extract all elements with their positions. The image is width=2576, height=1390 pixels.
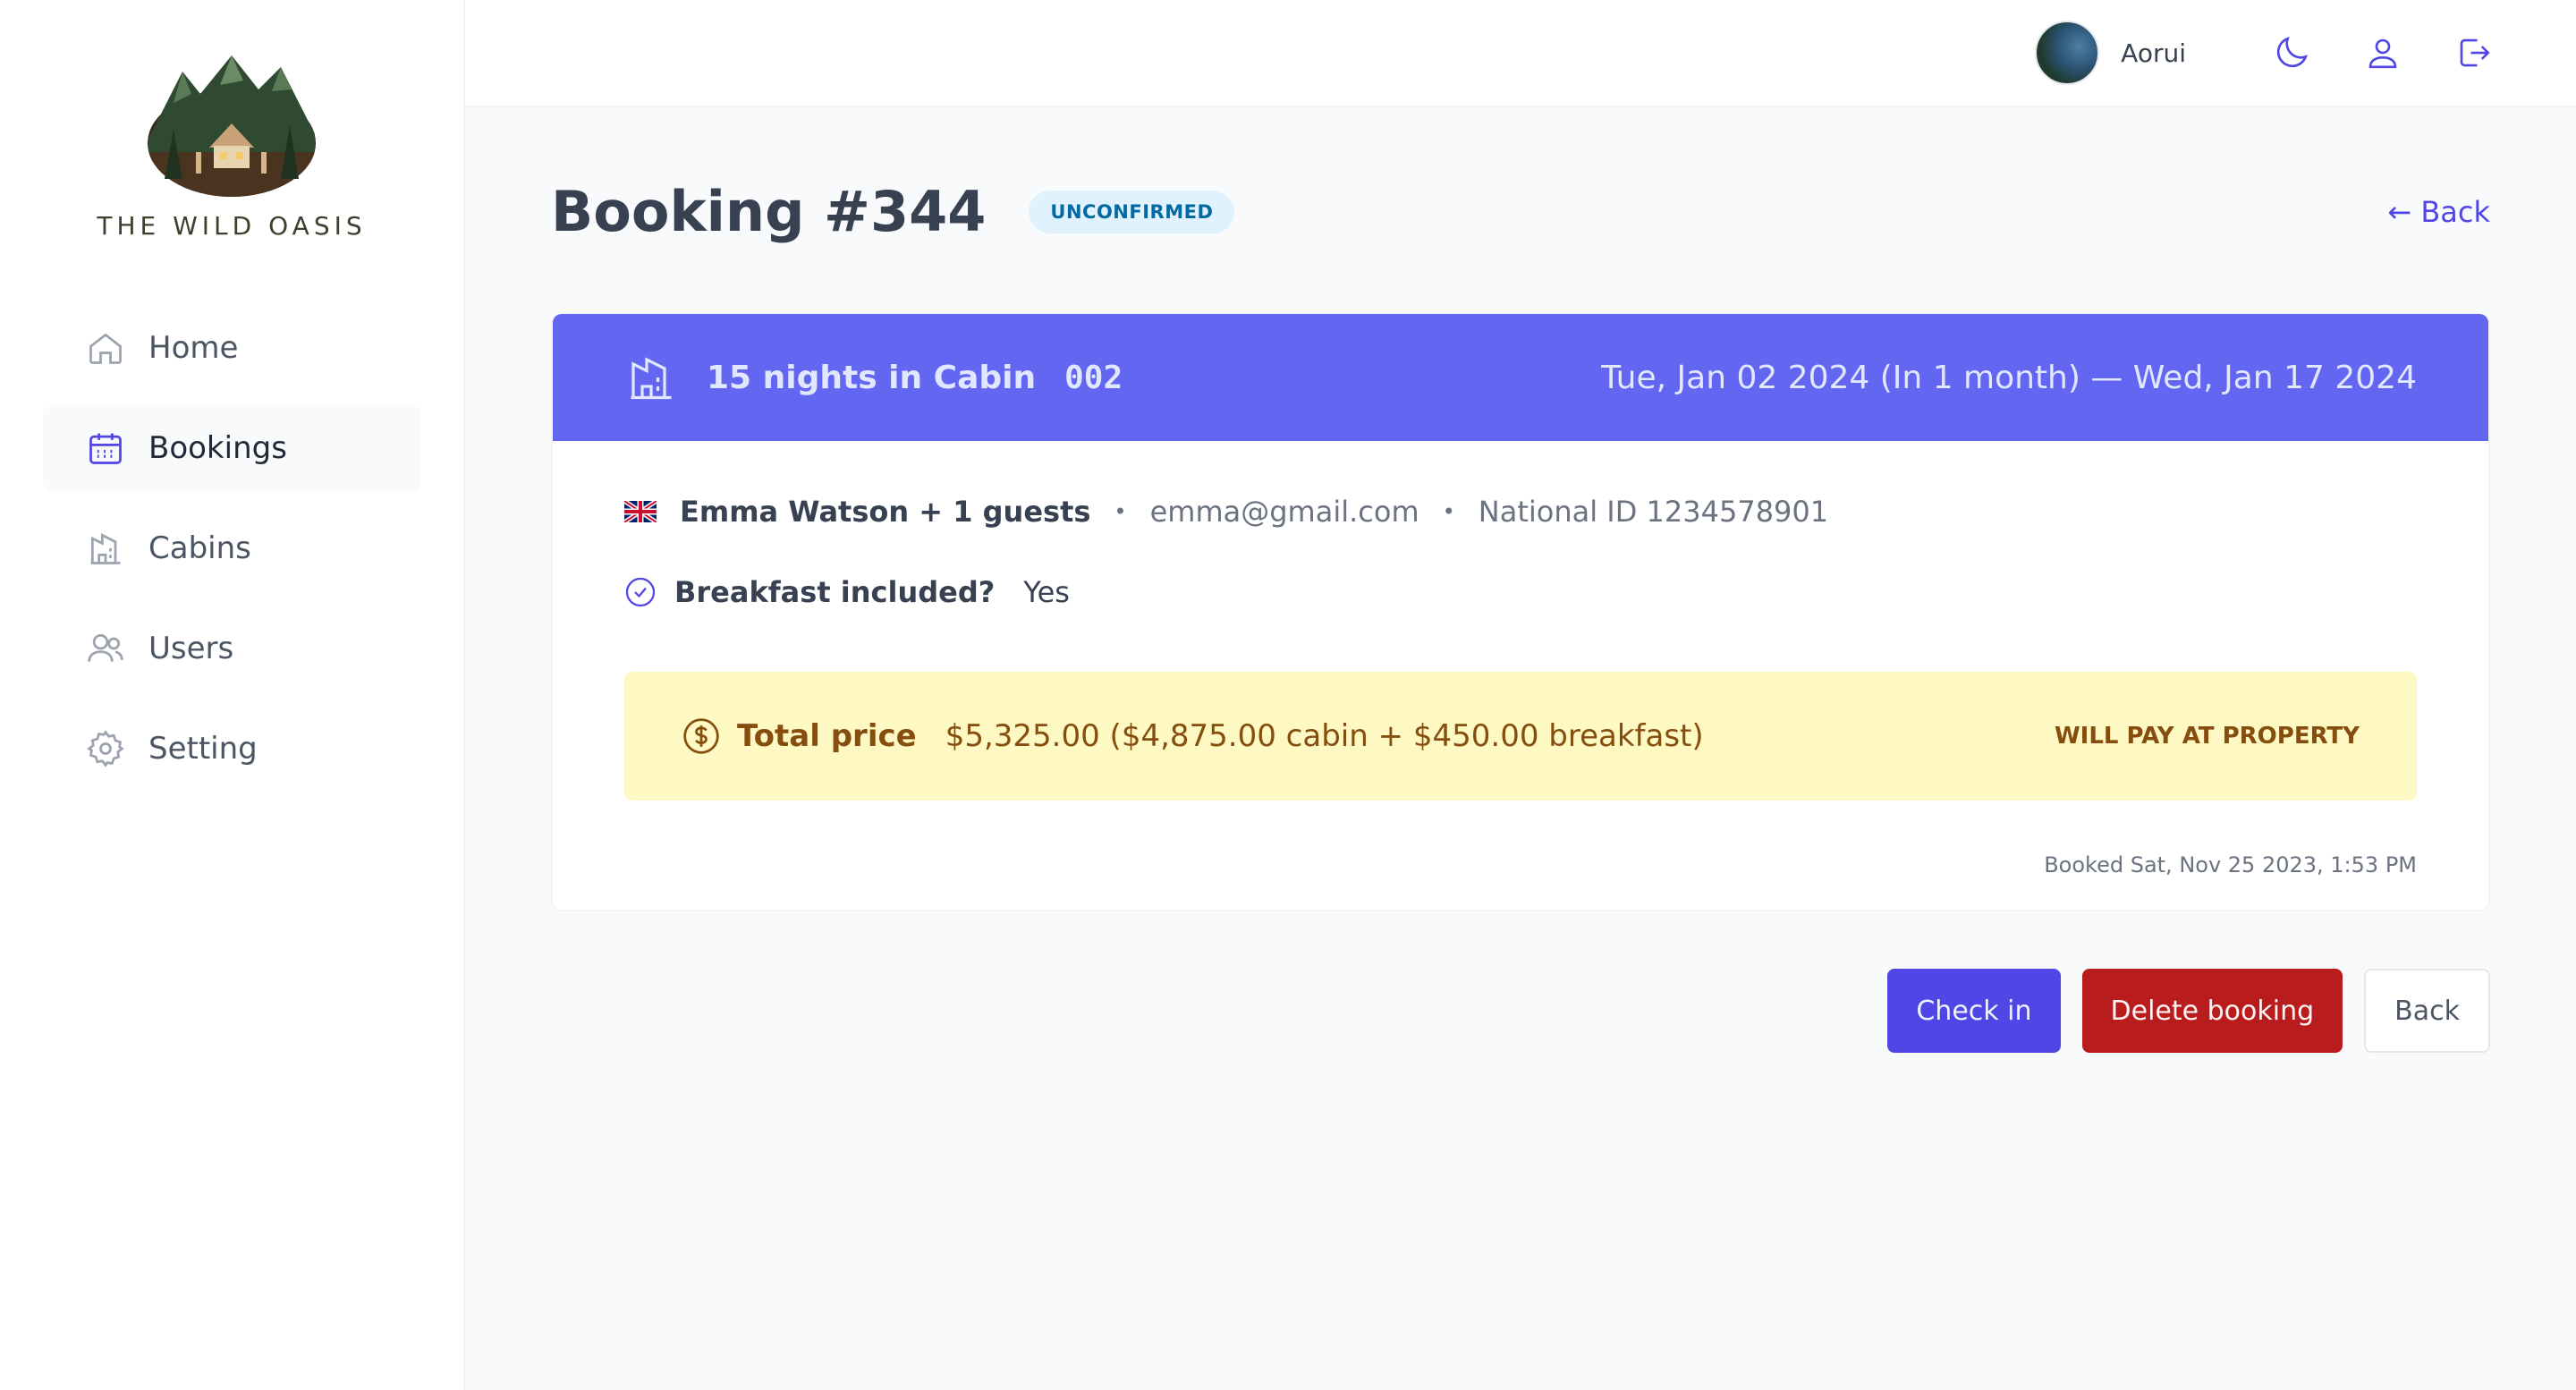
cabin-icon [631,357,672,400]
gear-icon [87,730,124,767]
sidebar-item-label: Home [148,330,239,366]
nights-text: 15 nights in Cabin [707,359,1037,396]
price-box: Total price $5,325.00 ($4,875.00 cabin +… [624,672,2417,801]
page-title: Booking #344 [551,179,987,244]
guest-row: Emma Watson + 1 guests • emma@gmail.com … [624,495,2417,529]
logout-icon [2460,38,2490,67]
breakfast-row: Breakfast included? Yes [624,575,2417,609]
logo-image [148,55,316,197]
action-bar: Check in Delete booking Back [551,969,2490,1053]
account-button[interactable] [2361,31,2404,74]
payment-status: WILL PAY AT PROPERTY [2054,723,2360,750]
dark-mode-toggle[interactable] [2270,31,2313,74]
sidebar-item-label: Users [148,631,234,666]
users-icon [88,633,123,662]
price-summary: Total price $5,325.00 ($4,875.00 cabin +… [682,716,1704,756]
sidebar-nav: Home Bookings Cabins Users Setting [43,305,420,792]
delete-booking-button[interactable]: Delete booking [2081,969,2343,1053]
main-area: Aorui Booking #344 UNCONFIRMED ← Back 15… [465,0,2576,1390]
sidebar: THE WILD OASIS Home Bookings Cabins User… [0,0,465,1390]
guest-email: emma@gmail.com [1149,495,1419,529]
uk-flag-icon [624,501,657,522]
sidebar-item-label: Cabins [148,530,251,566]
logo-text: THE WILD OASIS [97,211,367,241]
check-circle-icon [625,577,656,607]
top-header: Aorui [465,0,2576,107]
booking-detail: Booking #344 UNCONFIRMED ← Back 15 night… [465,107,2576,1053]
booking-card-header: 15 nights in Cabin 002 Tue, Jan 02 2024 … [553,314,2488,441]
user-icon [2368,38,2397,69]
national-id: National ID 1234578901 [1478,495,1829,529]
avatar [2035,21,2100,85]
moon-icon [2276,37,2308,68]
sidebar-item-users[interactable]: Users [43,606,420,691]
dollar-circle-icon [683,718,719,754]
cabin-code: 002 [1064,359,1123,396]
logout-button[interactable] [2453,31,2496,74]
sidebar-item-label: Bookings [148,430,287,466]
price-label: Total price [737,718,917,754]
guest-name: Emma Watson + 1 guests [680,495,1091,529]
booking-card-body: Emma Watson + 1 guests • emma@gmail.com … [553,441,2488,910]
cabin-icon [90,533,121,564]
price-value: $5,325.00 ($4,875.00 cabin + $450.00 bre… [945,718,1704,754]
separator-dot: • [1442,499,1455,524]
back-link[interactable]: ← Back [2387,195,2490,229]
stay-dates: Tue, Jan 02 2024 (In 1 month) — Wed, Jan… [1601,359,2417,396]
booking-card: 15 nights in Cabin 002 Tue, Jan 02 2024 … [551,312,2490,911]
sidebar-item-cabins[interactable]: Cabins [43,505,420,591]
user-menu[interactable]: Aorui [2035,21,2186,85]
check-in-button[interactable]: Check in [1887,969,2061,1053]
home-icon [89,333,122,364]
title-row: Booking #344 UNCONFIRMED ← Back [551,179,2490,244]
username: Aorui [2121,38,2186,68]
sidebar-item-home[interactable]: Home [43,305,420,391]
sidebar-item-label: Setting [148,731,258,767]
status-badge: UNCONFIRMED [1029,190,1235,233]
back-button[interactable]: Back [2364,969,2490,1053]
title-group: Booking #344 UNCONFIRMED [551,179,1235,244]
breakfast-label: Breakfast included? [674,575,996,609]
logo[interactable]: THE WILD OASIS [43,54,420,241]
sidebar-item-bookings[interactable]: Bookings [43,405,420,491]
booked-timestamp: Booked Sat, Nov 25 2023, 1:53 PM [2044,852,2417,877]
sidebar-item-setting[interactable]: Setting [43,706,420,792]
separator-dot: • [1114,499,1127,524]
calendar-icon [89,433,122,464]
stay-summary: 15 nights in Cabin 002 [624,351,1123,404]
app-root: THE WILD OASIS Home Bookings Cabins User… [0,0,2576,1390]
breakfast-value: Yes [1023,575,1070,609]
